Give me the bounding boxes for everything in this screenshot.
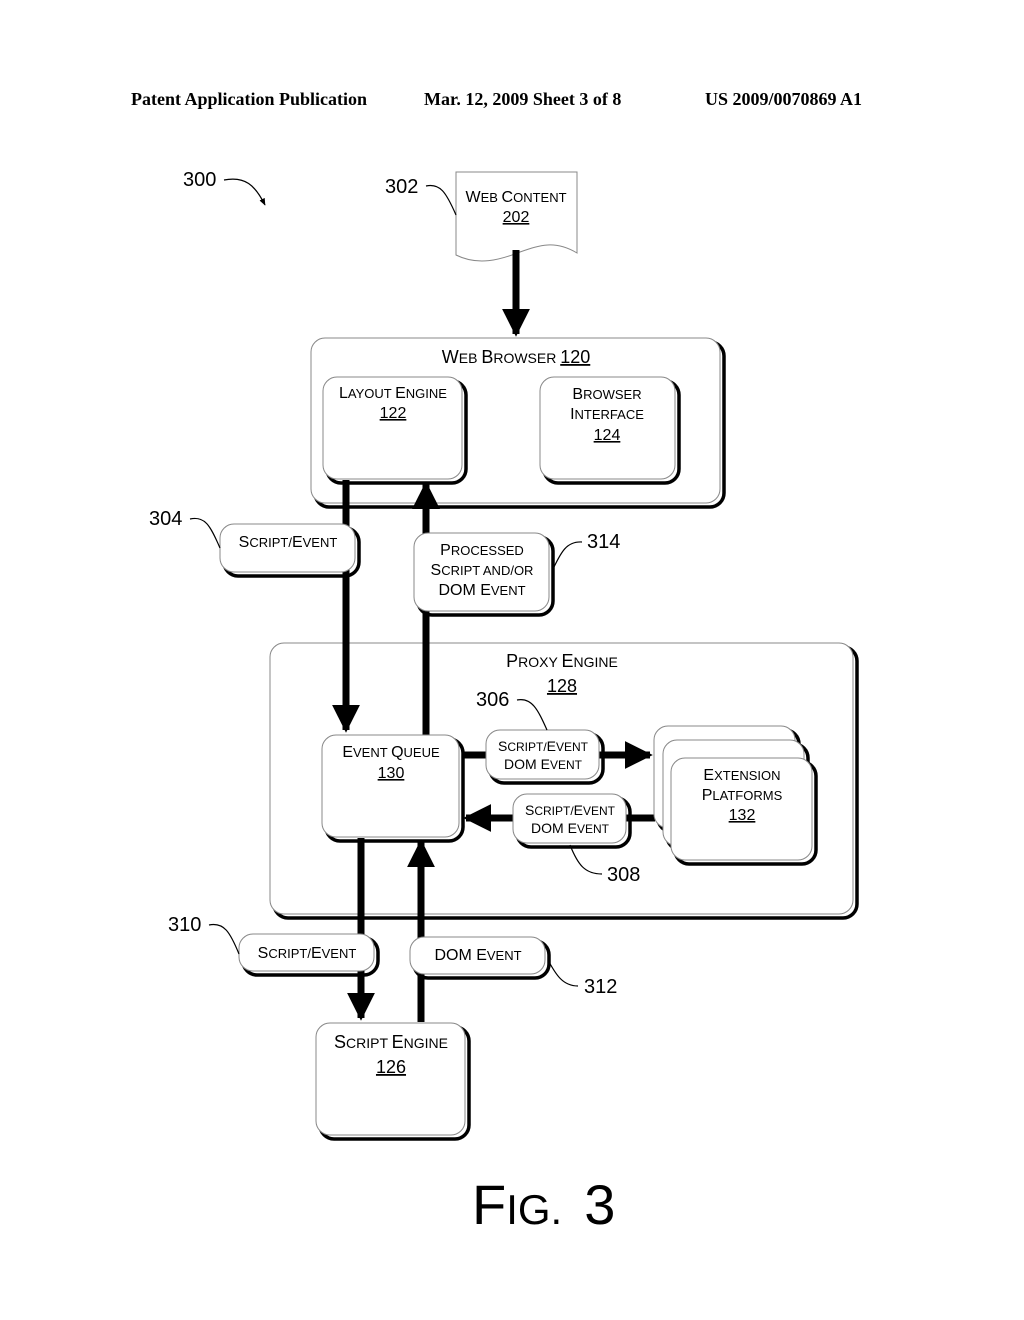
ref-label-306: 306 <box>476 689 509 711</box>
leader-line <box>551 541 583 572</box>
script-engine-number: 126 <box>376 1057 406 1077</box>
ref-label-308: 308 <box>607 864 640 886</box>
figure-caption: FIG. 3 <box>472 1173 615 1236</box>
web-browser-label: WEB BROWSER 120 <box>442 347 591 367</box>
ref-label-310: 310 <box>168 914 201 936</box>
event-queue-node: EVENT QUEUE 130 <box>321 734 465 843</box>
extension-platforms-label-line1: EXTENSION <box>703 767 780 784</box>
extension-platforms-label-line2: PLATFORMS <box>702 787 783 804</box>
ref-label-304: 304 <box>149 508 182 530</box>
ref-label-314: 314 <box>587 531 620 553</box>
message-label-line1: SCRIPT/EVENT <box>498 738 589 754</box>
browser-interface-label-line2: INTERFACE <box>570 406 644 423</box>
extension-platforms-number: 132 <box>729 807 756 824</box>
message-label-line2: SCRIPT AND/OR <box>431 562 534 579</box>
extension-platforms-node: EXTENSION PLATFORMS 132 <box>653 725 818 866</box>
figure-3-diagram: 300 WEB CONTENT 202 302 WEB BROWSER 120 … <box>149 169 859 1236</box>
event-queue-label: EVENT QUEUE <box>342 744 440 761</box>
leader-line <box>425 184 457 216</box>
ref-label-312: 312 <box>584 976 617 998</box>
message-label-line2: DOM EVENT <box>531 820 610 836</box>
script-engine-label: SCRIPT ENGINE <box>334 1032 448 1052</box>
layout-engine-label: LAYOUT ENGINE <box>339 385 447 402</box>
message-label-line1: SCRIPT/EVENT <box>525 802 616 818</box>
leader-line <box>189 517 221 549</box>
browser-interface-node: BROWSER INTERFACE 124 <box>539 376 681 485</box>
message-label: DOM EVENT <box>434 947 521 964</box>
script-engine-node: SCRIPT ENGINE 126 <box>315 1022 471 1141</box>
figure-ref-300: 300 <box>183 169 266 206</box>
message-label-line1: PROCESSED <box>440 542 524 559</box>
browser-interface-number: 124 <box>594 427 621 444</box>
layout-engine-node: LAYOUT ENGINE 122 <box>322 376 468 485</box>
browser-interface-label-line1: BROWSER <box>572 386 641 403</box>
arrow-icon <box>223 178 266 206</box>
message-label-line3: DOM EVENT <box>438 582 525 599</box>
web-content-node: WEB CONTENT 202 302 <box>385 171 578 262</box>
event-queue-number: 130 <box>378 765 405 782</box>
message-314-processed-script: PROCESSED SCRIPT AND/OR DOM EVENT 314 <box>413 531 620 617</box>
ref-label-302: 302 <box>385 176 418 198</box>
ref-label-300: 300 <box>183 169 216 191</box>
message-label: SCRIPT/EVENT <box>239 534 338 551</box>
message-label: SCRIPT/EVENT <box>258 945 357 962</box>
message-312-dom-event: DOM EVENT 312 <box>409 936 617 998</box>
proxy-engine-number: 128 <box>547 676 577 696</box>
message-310-script-event: SCRIPT/EVENT 310 <box>168 914 380 977</box>
web-content-label: WEB CONTENT <box>465 189 566 206</box>
message-label-line2: DOM EVENT <box>504 756 583 772</box>
leader-line <box>208 923 240 955</box>
layout-engine-number: 122 <box>380 405 407 422</box>
web-content-number: 202 <box>503 209 530 226</box>
message-304-script-event: SCRIPT/EVENT 304 <box>149 508 361 578</box>
proxy-engine-label: PROXY ENGINE <box>506 651 618 671</box>
leader-line <box>547 959 579 987</box>
